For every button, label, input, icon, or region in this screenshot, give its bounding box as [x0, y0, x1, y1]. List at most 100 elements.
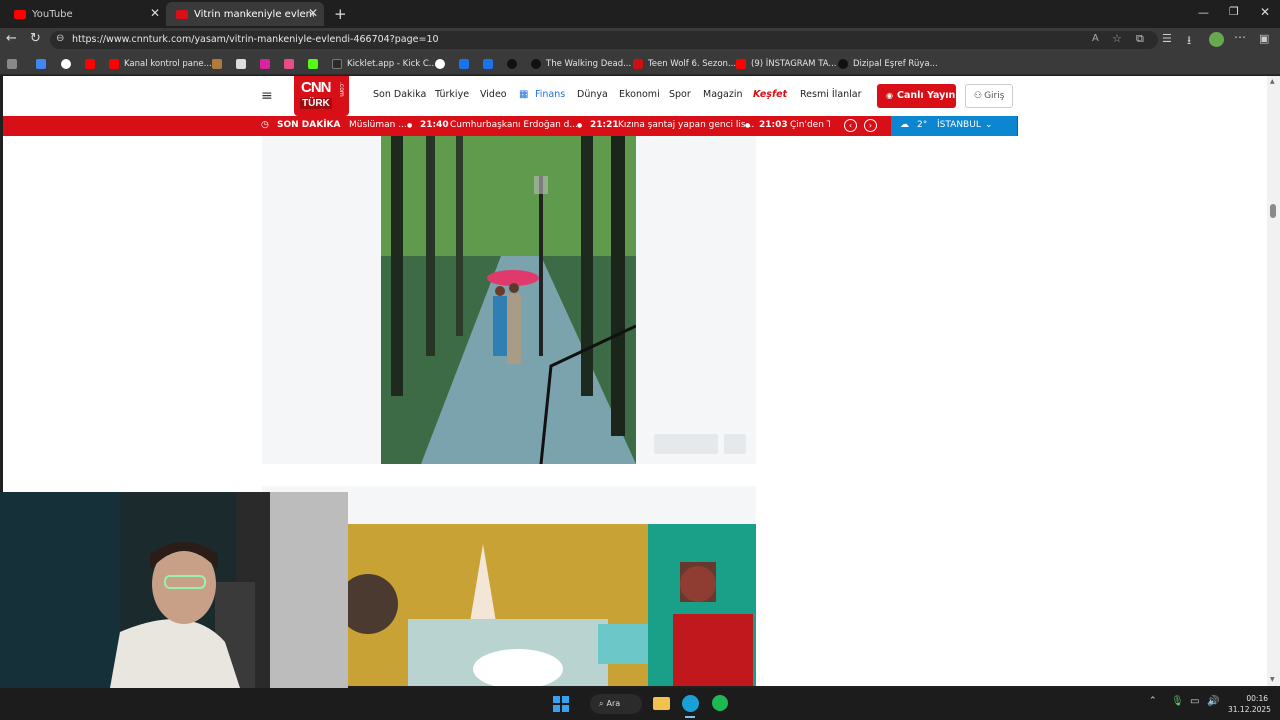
- bookmark-teen-wolf[interactable]: Teen Wolf 6. Sezon...: [633, 56, 736, 71]
- bookmark-walking-dead[interactable]: The Walking Dead...: [531, 56, 631, 71]
- ticker-item[interactable]: Müslüman ...: [349, 120, 407, 130]
- youtube-bookmark-icon[interactable]: [85, 56, 100, 71]
- clock-time: 00:16: [1246, 694, 1268, 703]
- live-broadcast-button[interactable]: ◉ Canlı Yayın: [877, 84, 956, 108]
- bookmark-icon-only[interactable]: [36, 56, 51, 71]
- bookmark-instagram[interactable]: (9) İNSTAGRAM TA...: [736, 56, 837, 71]
- weather-widget[interactable]: ☁ 2° İSTANBUL ⌄: [891, 116, 1017, 136]
- tab-title: Vitrin mankeniyle evlendi - Gazete: [194, 8, 314, 20]
- youtube-icon: [14, 9, 26, 19]
- ticker-next-icon[interactable]: ›: [864, 119, 877, 132]
- bookmark-icon-only[interactable]: [435, 56, 450, 71]
- close-icon[interactable]: ✕: [308, 6, 318, 20]
- webcam-overlay: [0, 492, 348, 688]
- bookmark-icon-only[interactable]: [7, 56, 22, 71]
- bookmark-icon-only[interactable]: [459, 56, 474, 71]
- volume-icon[interactable]: 🔊: [1207, 696, 1219, 707]
- taskbar-search[interactable]: ⌕ Ara: [590, 694, 642, 714]
- edge-icon[interactable]: [682, 695, 699, 712]
- bookmark-icon-only[interactable]: [284, 56, 299, 71]
- close-icon[interactable]: ✕: [150, 6, 160, 20]
- chevron-up-icon[interactable]: ⌃: [1149, 696, 1157, 706]
- breaking-news-bar: ◷ SON DAKİKA Müslüman ... ● 21:40 Cumhur…: [3, 116, 1018, 136]
- windows-start-icon[interactable]: [553, 696, 569, 712]
- bookmark-kicklet[interactable]: Kicklet.app - Kick C...: [332, 56, 437, 71]
- spotify-icon[interactable]: [712, 695, 728, 711]
- ticker-time: 21:03: [759, 120, 788, 130]
- bookmark-icon-only[interactable]: [212, 56, 227, 71]
- separator-dot: ●: [407, 122, 413, 129]
- tab-title: YouTube: [32, 8, 73, 20]
- webcam-feed: [0, 492, 348, 688]
- fullscreen-icon[interactable]: [724, 434, 746, 454]
- nav-ekonomi[interactable]: Ekonomi: [619, 89, 660, 100]
- tab-youtube[interactable]: YouTube ✕: [4, 2, 166, 26]
- url-field[interactable]: ⊖ https://www.cnnturk.com/yasam/vitrin-m…: [50, 31, 1158, 49]
- bookmark-icon-only[interactable]: [483, 56, 498, 71]
- profile-avatar[interactable]: [1209, 32, 1224, 47]
- ticker-item[interactable]: Çin'den T: [790, 120, 830, 130]
- ticker-item[interactable]: Kızına şantaj yapan genci lis...: [618, 120, 754, 130]
- cloud-icon: ☁: [900, 120, 909, 130]
- window-close-icon[interactable]: ✕: [1260, 5, 1270, 19]
- nav-magazin[interactable]: Magazin: [703, 89, 743, 100]
- network-icon[interactable]: ▭: [1190, 696, 1199, 707]
- scroll-down-icon[interactable]: ▼: [1270, 676, 1275, 683]
- extensions-icon[interactable]: ⧉: [1136, 32, 1144, 46]
- user-icon: ⚇: [974, 91, 983, 101]
- file-explorer-icon[interactable]: [653, 697, 670, 710]
- minimize-icon[interactable]: —: [1198, 6, 1209, 19]
- nav-spor[interactable]: Spor: [669, 89, 691, 100]
- chevron-down-icon: ⌄: [985, 120, 993, 130]
- download-icon[interactable]: ⭳: [1187, 31, 1191, 52]
- page-scrollbar[interactable]: ▲ ▼: [1267, 76, 1280, 686]
- more-menu-icon[interactable]: ⋯: [1234, 30, 1246, 44]
- url-text: https://www.cnnturk.com/yasam/vitrin-man…: [72, 34, 439, 45]
- tab-cnnturk[interactable]: Vitrin mankeniyle evlendi - Gazete ✕: [166, 2, 324, 26]
- scroll-up-icon[interactable]: ▲: [1270, 78, 1275, 85]
- new-tab-icon[interactable]: +: [334, 5, 347, 23]
- read-aloud-icon[interactable]: A: [1092, 33, 1099, 44]
- clock-icon: ◷: [261, 120, 269, 130]
- login-button[interactable]: ⚇ Giriş: [965, 84, 1013, 108]
- address-toolbar: ← ↻ ⊖ https://www.cnnturk.com/yasam/vitr…: [0, 28, 1280, 52]
- bookmarks-bar: Kanal kontrol pane... Kicklet.app - Kick…: [0, 52, 1280, 75]
- nav-dunya[interactable]: Dünya: [577, 89, 608, 100]
- clock[interactable]: 00:16 31.12.2025: [1228, 693, 1271, 715]
- site-header: ≡ CNN TÜRK .com Son Dakika Türkiye Video…: [3, 76, 1267, 116]
- nav-kesfet[interactable]: Keşfet: [753, 89, 787, 100]
- bookmark-dizipal[interactable]: Dizipal Eşref Rüya...: [838, 56, 938, 71]
- nav-finans[interactable]: Finans: [535, 89, 565, 100]
- clock-date: 31.12.2025: [1228, 705, 1271, 714]
- menu-icon[interactable]: ≡: [261, 88, 273, 104]
- sidebar-icon[interactable]: ▣: [1259, 32, 1269, 45]
- kick-icon[interactable]: [308, 56, 323, 71]
- restore-icon[interactable]: ❐: [1229, 5, 1239, 18]
- ticker-item[interactable]: Cumhurbaşkanı Erdoğan d...: [450, 120, 578, 130]
- nav-son-dakika[interactable]: Son Dakika: [373, 89, 426, 100]
- ticker-prev-icon[interactable]: ‹: [844, 119, 857, 132]
- bookmark-kanal[interactable]: Kanal kontrol pane...: [109, 56, 212, 71]
- cnnturk-logo[interactable]: CNN TÜRK .com: [294, 76, 349, 116]
- favorites-icon[interactable]: ☰: [1162, 32, 1172, 45]
- photo-illustration: [348, 524, 756, 686]
- breaking-label: SON DAKİKA: [277, 120, 341, 130]
- bookmark-icon-only[interactable]: [507, 56, 522, 71]
- google-icon[interactable]: [61, 56, 76, 71]
- logo-text-side: .com: [338, 82, 345, 97]
- microphone-icon[interactable]: 🎙: [1171, 696, 1184, 707]
- back-icon[interactable]: ←: [6, 31, 17, 46]
- gallery-photo-couple-umbrella[interactable]: [381, 136, 636, 464]
- nav-turkiye[interactable]: Türkiye: [435, 89, 469, 100]
- nav-resmi-ilanlar[interactable]: Resmi İlanlar: [800, 89, 862, 100]
- separator-dot: ●: [745, 122, 751, 129]
- gallery-photo-mannequin-hospital[interactable]: [348, 524, 756, 686]
- nav-video[interactable]: Video: [480, 89, 507, 100]
- refresh-icon[interactable]: ↻: [30, 31, 41, 46]
- instagram-icon[interactable]: [260, 56, 275, 71]
- scrollbar-thumb[interactable]: [1270, 204, 1276, 218]
- bookmark-icon-only[interactable]: [236, 56, 251, 71]
- site-info-icon[interactable]: ⊖: [56, 33, 64, 44]
- favorite-star-icon[interactable]: ☆: [1112, 32, 1122, 45]
- separator-dot: ●: [577, 122, 583, 129]
